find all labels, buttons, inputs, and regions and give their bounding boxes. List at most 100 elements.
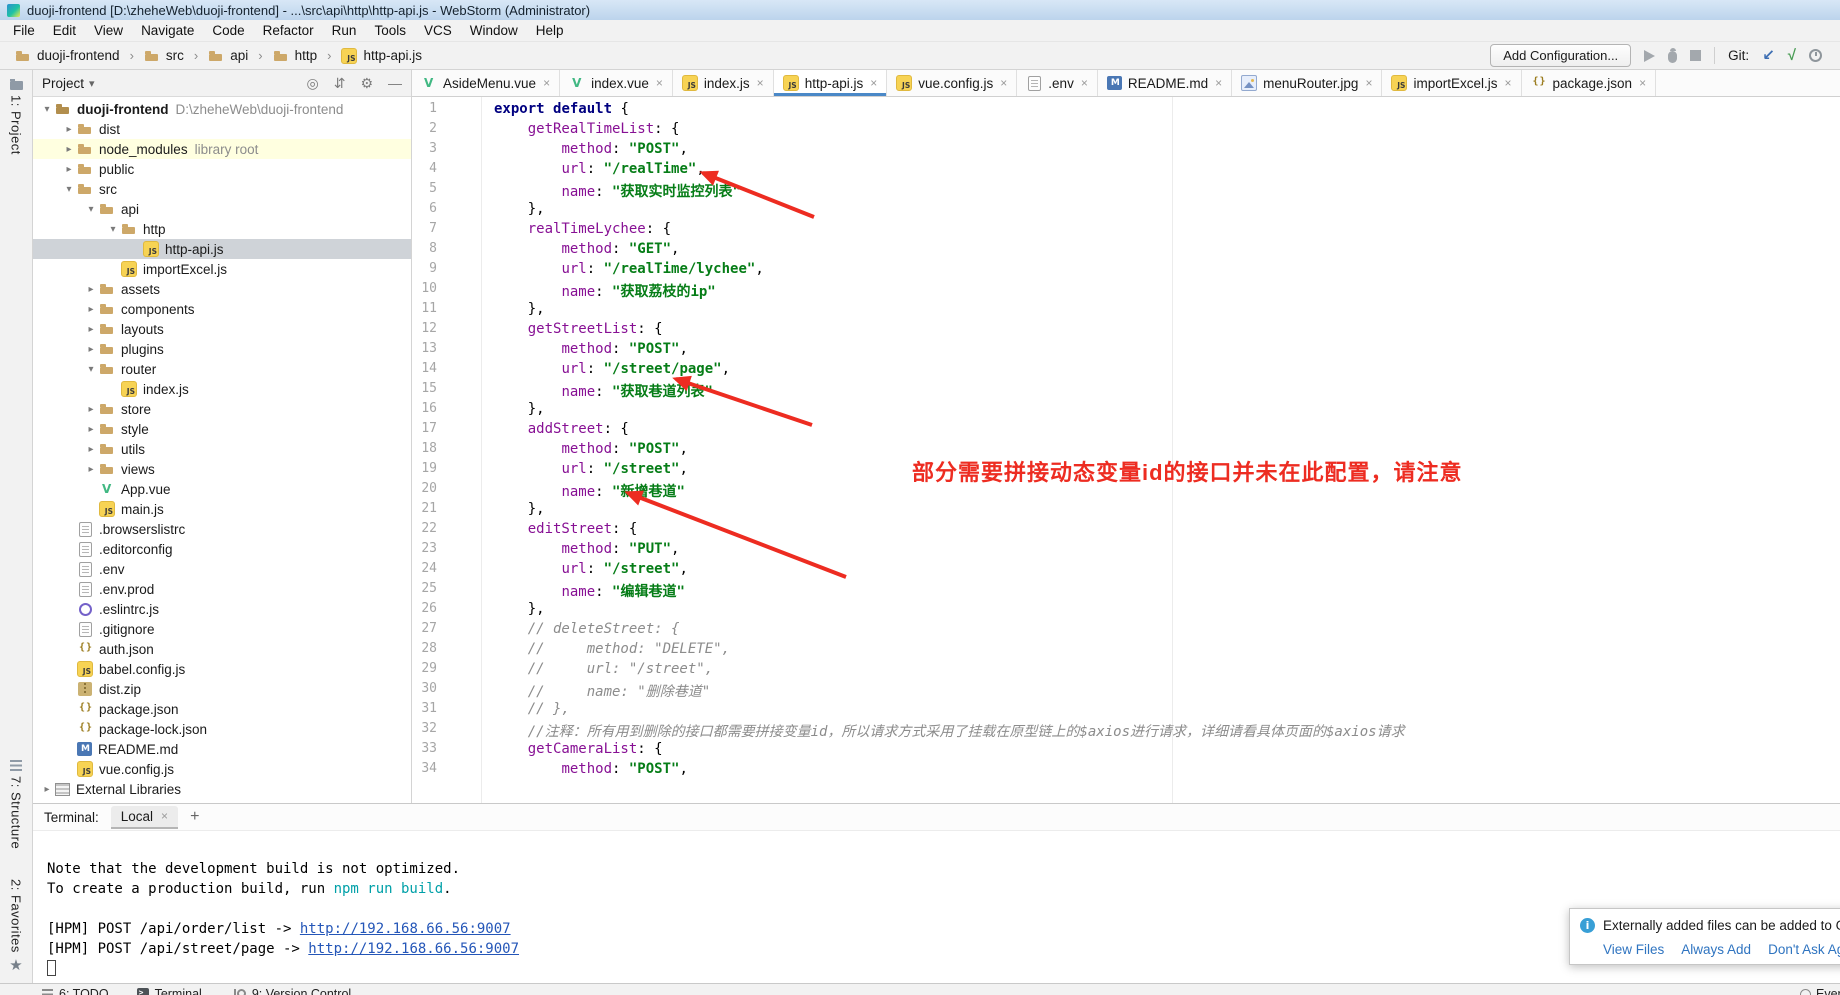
event-log-button[interactable]: Event Log [1800, 987, 1840, 995]
chevron-right-icon[interactable]: ▸ [61, 124, 77, 135]
chevron-down-icon[interactable]: ▾ [105, 224, 121, 235]
menu-item-tools[interactable]: Tools [365, 21, 415, 40]
menu-item-edit[interactable]: Edit [44, 21, 85, 40]
chevron-right-icon[interactable]: ▸ [83, 444, 99, 455]
tree-item-node-modules[interactable]: ▸node_modules library root [33, 139, 411, 159]
chevron-right-icon[interactable]: ▸ [83, 324, 99, 335]
editor-tab-http-api-js[interactable]: http-api.js× [774, 70, 888, 96]
locate-file-icon[interactable]: ◎ [306, 75, 318, 92]
menu-item-file[interactable]: File [4, 21, 44, 40]
chevron-right-icon[interactable]: ▸ [83, 284, 99, 295]
tree-item-http[interactable]: ▾http [33, 219, 411, 239]
settings-gear-icon[interactable]: ⚙ [360, 75, 373, 92]
chevron-right-icon[interactable]: ▸ [83, 424, 99, 435]
tree-item-dist-zip[interactable]: dist.zip [33, 679, 411, 699]
editor-tab-menurouter-jpg[interactable]: menuRouter.jpg× [1232, 70, 1382, 96]
hide-panel-icon[interactable]: — [388, 75, 402, 91]
editor[interactable]: 1234567891011121314151617181920212223242… [412, 97, 1840, 803]
chevron-right-icon[interactable]: ▸ [61, 144, 77, 155]
chevron-down-icon[interactable]: ▾ [89, 77, 95, 90]
editor-tab-package-json[interactable]: package.json× [1522, 70, 1657, 96]
editor-tab-vue-config-js[interactable]: vue.config.js× [887, 70, 1017, 96]
tree-item-index-js[interactable]: index.js [33, 379, 411, 399]
tree-item-package-lock-json[interactable]: package-lock.json [33, 719, 411, 739]
editor-tab-index-vue[interactable]: index.vue× [560, 70, 673, 96]
tree-item-plugins[interactable]: ▸plugins [33, 339, 411, 359]
git-update-icon[interactable]: ↙ [1762, 48, 1775, 63]
menu-item-vcs[interactable]: VCS [415, 21, 461, 40]
close-tab-icon[interactable]: × [1639, 76, 1646, 90]
close-terminal-tab-icon[interactable]: × [161, 809, 168, 823]
git-commit-icon[interactable]: √ [1788, 48, 1796, 63]
tree-item-dist[interactable]: ▸dist [33, 119, 411, 139]
tree-item-env-prod[interactable]: .env.prod [33, 579, 411, 599]
tree-item-api[interactable]: ▾api [33, 199, 411, 219]
editor-tab-env[interactable]: .env× [1017, 70, 1098, 96]
close-tab-icon[interactable]: × [870, 76, 877, 90]
close-tab-icon[interactable]: × [656, 76, 663, 90]
terminal-link[interactable]: http://192.168.66.56:9007 [300, 921, 511, 937]
tree-item-http-api-js[interactable]: http-api.js [33, 239, 411, 259]
menu-item-code[interactable]: Code [203, 21, 253, 40]
stripe-structure-button[interactable]: 7: Structure [9, 760, 24, 849]
tree-item-importexcel-js[interactable]: importExcel.js [33, 259, 411, 279]
status-item-6-todo[interactable]: 6: TODO [42, 987, 109, 995]
tree-item-readme-md[interactable]: README.md [33, 739, 411, 759]
tree-item-assets[interactable]: ▸assets [33, 279, 411, 299]
editor-tab-asidemenu-vue[interactable]: AsideMenu.vue× [412, 70, 560, 96]
tree-item-src[interactable]: ▾src [33, 179, 411, 199]
breadcrumb-item-duoji-frontend[interactable]: duoji-frontend [12, 47, 123, 65]
chevron-right-icon[interactable]: ▸ [83, 344, 99, 355]
tree-item-vue-config-js[interactable]: vue.config.js [33, 759, 411, 779]
tree-item-components[interactable]: ▸components [33, 299, 411, 319]
tree-item-app-vue[interactable]: App.vue [33, 479, 411, 499]
tree-item-env[interactable]: .env [33, 559, 411, 579]
debug-icon[interactable] [1668, 51, 1677, 63]
tree-item-package-json[interactable]: package.json [33, 699, 411, 719]
breadcrumb-item-http[interactable]: http [270, 47, 321, 65]
notification-action-view-files[interactable]: View Files [1603, 942, 1664, 957]
chevron-right-icon[interactable]: ▸ [61, 164, 77, 175]
chevron-down-icon[interactable]: ▾ [39, 104, 55, 115]
stripe-project-button[interactable]: 1: Project [9, 78, 24, 155]
menu-item-window[interactable]: Window [461, 21, 527, 40]
terminal-link[interactable]: http://192.168.66.56:9007 [308, 941, 519, 957]
editor-tab-index-js[interactable]: index.js× [673, 70, 774, 96]
new-terminal-icon[interactable]: + [190, 809, 199, 825]
breadcrumb-item-src[interactable]: src [141, 47, 187, 65]
tree-item-editorconfig[interactable]: .editorconfig [33, 539, 411, 559]
status-item-terminal[interactable]: Terminal [137, 987, 202, 995]
close-tab-icon[interactable]: × [1365, 76, 1372, 90]
chevron-down-icon[interactable]: ▾ [83, 204, 99, 215]
close-tab-icon[interactable]: × [543, 76, 550, 90]
close-tab-icon[interactable]: × [1000, 76, 1007, 90]
menu-item-help[interactable]: Help [527, 21, 573, 40]
history-clock-icon[interactable] [1809, 49, 1822, 62]
project-panel-title[interactable]: Project [42, 76, 84, 91]
stripe-favorites-button[interactable]: 2: Favorites ★ [9, 879, 24, 973]
menu-item-view[interactable]: View [85, 21, 132, 40]
menu-item-navigate[interactable]: Navigate [132, 21, 203, 40]
tree-item-auth-json[interactable]: auth.json [33, 639, 411, 659]
chevron-right-icon[interactable]: ▸ [83, 304, 99, 315]
tree-item-store[interactable]: ▸store [33, 399, 411, 419]
tree-item-duoji-frontend[interactable]: ▾duoji-frontend D:\zheheWeb\duoji-fronte… [33, 99, 411, 119]
menu-item-refactor[interactable]: Refactor [254, 21, 323, 40]
close-tab-icon[interactable]: × [757, 76, 764, 90]
chevron-down-icon[interactable]: ▾ [83, 364, 99, 375]
tree-item-babel-config-js[interactable]: babel.config.js [33, 659, 411, 679]
editor-tab-readme-md[interactable]: README.md× [1098, 70, 1232, 96]
tree-item-main-js[interactable]: main.js [33, 499, 411, 519]
close-tab-icon[interactable]: × [1504, 76, 1511, 90]
run-icon[interactable] [1644, 50, 1655, 62]
chevron-right-icon[interactable]: ▸ [83, 404, 99, 415]
breadcrumb-item-http-api-js[interactable]: http-api.js [338, 47, 425, 65]
chevron-right-icon[interactable]: ▸ [39, 784, 55, 795]
status-item-9-version-control[interactable]: 9: Version Control [230, 987, 351, 995]
tree-item-gitignore[interactable]: .gitignore [33, 619, 411, 639]
editor-tab-importexcel-js[interactable]: importExcel.js× [1382, 70, 1521, 96]
tree-item-eslintrc-js[interactable]: .eslintrc.js [33, 599, 411, 619]
close-tab-icon[interactable]: × [1081, 76, 1088, 90]
notification-action-always-add[interactable]: Always Add [1681, 942, 1751, 957]
editor-code[interactable]: export default { getRealTimeList: { meth… [482, 97, 1840, 803]
